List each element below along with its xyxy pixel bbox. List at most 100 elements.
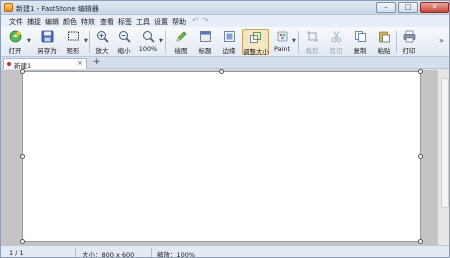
cut-button[interactable]: 剪切	[326, 29, 346, 55]
resize-handle-top-right[interactable]	[418, 69, 423, 74]
zoom-in-button[interactable]: 放大	[92, 29, 112, 55]
print-label: 打印	[402, 47, 416, 55]
zoom-in-label: 放大	[95, 47, 109, 55]
crop-button[interactable]: 裁剪	[302, 29, 322, 55]
paste-icon	[378, 31, 390, 43]
menu-capture[interactable]: 捕捉	[27, 17, 41, 27]
edge-button[interactable]: 边缘	[219, 29, 239, 55]
resize-handle-right[interactable]	[418, 154, 423, 159]
toolbar-separator	[89, 31, 90, 53]
rectangle-select-icon	[67, 31, 79, 41]
save-icon	[41, 30, 53, 43]
copy-icon	[354, 31, 366, 42]
minimize-button[interactable]: –	[376, 2, 396, 13]
window-title: 新建1 - FastStone 编辑器	[16, 5, 99, 13]
rectangle-dropdown-icon[interactable]: ▼	[84, 38, 88, 44]
toolbar-separator	[298, 31, 299, 53]
modified-dot-icon	[7, 62, 11, 66]
page-indicator: 1 / 1	[9, 249, 24, 257]
resize-label: 调整大小	[243, 48, 269, 56]
resize-handle-top-left[interactable]	[20, 69, 25, 74]
resize-handle-bottom-right[interactable]	[418, 239, 423, 244]
paste-label: 粘贴	[377, 47, 391, 55]
open-button[interactable]: 打开	[4, 29, 26, 55]
maximize-button[interactable]: □	[398, 2, 418, 13]
app-icon	[4, 3, 13, 12]
vertical-scrollbar[interactable]	[437, 70, 449, 245]
crop-label: 裁剪	[305, 47, 319, 55]
undo-icon[interactable]: ↶	[192, 16, 199, 25]
paint-icon	[277, 31, 287, 42]
close-button[interactable]: ✕	[420, 2, 449, 13]
open-label: 打开	[8, 47, 22, 55]
menu-file[interactable]: 文件	[9, 17, 23, 27]
caption-label: 标题	[198, 47, 212, 55]
edge-icon	[223, 31, 235, 42]
paint-button[interactable]: Paint	[272, 29, 292, 55]
rectangle-select-button[interactable]: 矩形	[62, 29, 84, 55]
menu-edit[interactable]: 编辑	[45, 17, 59, 27]
zoom-out-icon	[118, 31, 131, 43]
cut-icon	[331, 31, 341, 43]
status-bar: 1 / 1 大小：800 x 600 缩放：100%	[1, 245, 449, 258]
print-button[interactable]: 打印	[399, 29, 419, 55]
status-separator	[75, 248, 76, 257]
zoom-in-icon	[96, 31, 109, 43]
resize-icon	[250, 32, 261, 43]
toolbar: 打开 ▼ 另存为 矩形 ▼ 放大 缩小 100% ▼ 绘图 标题 边缘 调整大小…	[1, 27, 449, 57]
caption-button[interactable]: 标题	[195, 29, 215, 55]
tab-close-icon[interactable]: ×	[77, 59, 83, 67]
paint-label: Paint	[273, 45, 291, 53]
zoom-level-label: 100%	[138, 45, 158, 53]
menu-color[interactable]: 颜色	[63, 17, 77, 27]
menu-tags[interactable]: 标签	[118, 17, 132, 27]
open-icon	[9, 30, 21, 43]
tab-strip: 新建1 × +	[1, 57, 449, 70]
caption-icon	[199, 31, 211, 42]
copy-button[interactable]: 复制	[350, 29, 370, 55]
image-canvas[interactable]	[20, 69, 423, 244]
work-area	[1, 69, 449, 245]
rectangle-label: 矩形	[66, 47, 80, 55]
add-tab-icon[interactable]: +	[93, 57, 101, 67]
open-dropdown-icon[interactable]: ▼	[27, 38, 31, 44]
edge-label: 边缘	[222, 47, 236, 55]
scrollbar-thumb[interactable]	[441, 78, 449, 208]
image-size: 大小：800 x 600	[82, 251, 135, 258]
menu-view[interactable]: 查看	[100, 17, 114, 27]
resize-button[interactable]: 调整大小	[242, 29, 269, 56]
copy-label: 复制	[353, 47, 367, 55]
menu-bar: 文件 捕捉 编辑 颜色 特效 查看 标签 工具 设置 帮助 ↶ ↷	[1, 15, 449, 27]
status-separator	[151, 248, 152, 257]
resize-handle-left[interactable]	[20, 154, 25, 159]
zoom-out-button[interactable]: 缩小	[114, 29, 134, 55]
chevron-more-icon[interactable]: »	[439, 36, 444, 45]
save-as-button[interactable]: 另存为	[34, 29, 60, 55]
print-icon	[403, 30, 415, 43]
paste-button[interactable]: 粘贴	[374, 29, 394, 55]
editor-window: 新建1 - FastStone 编辑器 – □ ✕ 文件 捕捉 编辑 颜色 特效…	[0, 0, 450, 258]
menu-tools[interactable]: 工具	[136, 17, 150, 27]
crop-icon	[306, 31, 318, 42]
menu-effects[interactable]: 特效	[81, 17, 95, 27]
toolbar-separator	[396, 31, 397, 53]
toolbar-separator	[165, 31, 166, 53]
menu-help[interactable]: 帮助	[172, 17, 186, 27]
tab-document[interactable]: 新建1 ×	[3, 58, 87, 70]
save-as-label: 另存为	[37, 47, 57, 55]
paint-dropdown-icon[interactable]: ▼	[292, 38, 296, 44]
zoom-status: 缩放：100%	[157, 251, 196, 258]
title-bar: 新建1 - FastStone 编辑器 – □ ✕	[1, 1, 449, 15]
menu-settings[interactable]: 设置	[154, 17, 168, 27]
resize-handle-top[interactable]	[219, 69, 224, 74]
resize-handle-bottom-left[interactable]	[20, 239, 25, 244]
zoom-icon	[142, 31, 155, 43]
zoom-out-label: 缩小	[117, 47, 131, 55]
cut-label: 剪切	[329, 47, 343, 55]
draw-icon	[175, 31, 186, 42]
draw-button[interactable]: 绘图	[171, 29, 191, 55]
redo-icon[interactable]: ↷	[202, 16, 209, 25]
zoom-dropdown-icon[interactable]: ▼	[159, 38, 163, 44]
zoom-level-button[interactable]: 100%	[138, 29, 158, 55]
draw-label: 绘图	[174, 47, 188, 55]
